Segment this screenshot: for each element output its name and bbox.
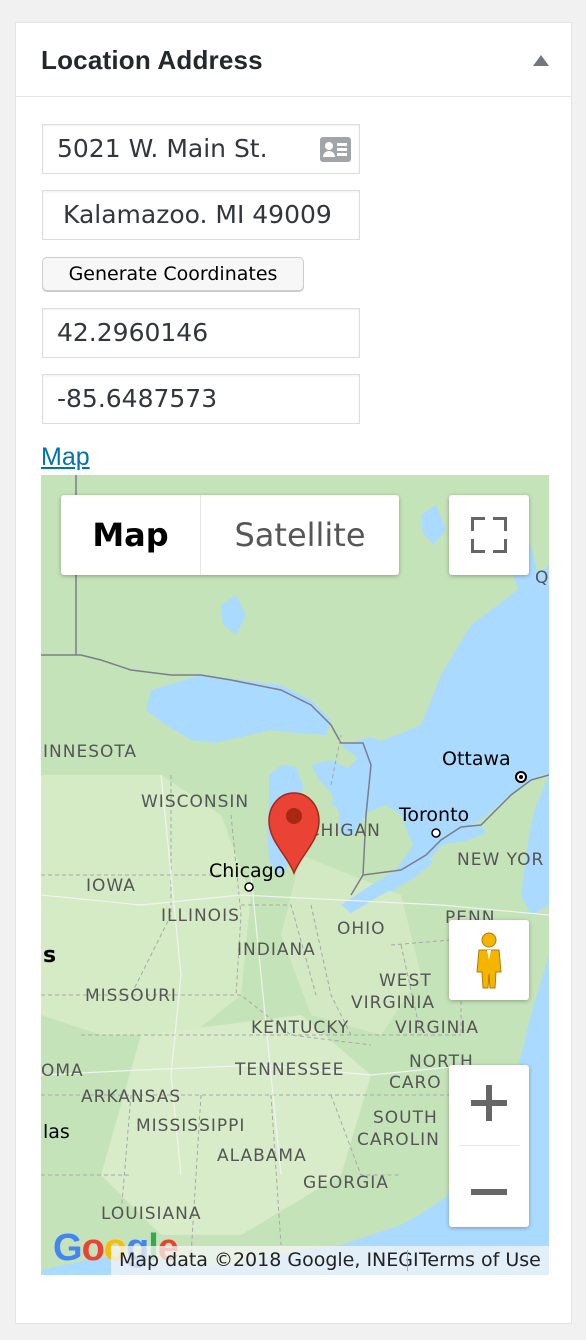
street-address-value: 5021 W. Main St. [57, 134, 268, 163]
map-label-mississippi: MISSISSIPPI [136, 1116, 245, 1136]
longitude-value: -85.6487573 [57, 384, 218, 413]
triangle-up-icon [533, 55, 549, 66]
map-label-louisiana: LOUISIANA [101, 1204, 201, 1224]
map-label-missouri: MISSOURI [85, 986, 177, 1006]
map-label-kentucky: KENTUCKY [251, 1018, 349, 1038]
latitude-value: 42.2960146 [57, 318, 209, 347]
terms-of-use-link[interactable]: Terms of Use [419, 1249, 541, 1271]
map-link[interactable]: Map [41, 443, 90, 472]
street-view-pegman-button[interactable] [449, 920, 529, 1000]
contact-card-icon[interactable] [320, 137, 351, 162]
map-label-illinois: ILLINOIS [161, 906, 240, 926]
map-label-edge-s: s [43, 943, 56, 968]
location-address-panel: Location Address 5021 W. Main St. Kalama… [15, 22, 572, 1324]
map-label-west-virginia-line2: VIRGINIA [351, 993, 435, 1013]
street-address-input[interactable]: 5021 W. Main St. [42, 124, 360, 174]
map-label-ohio: OHIO [337, 919, 386, 939]
city-label-toronto: Toronto [398, 804, 469, 826]
map-label-alabama: ALABAMA [217, 1146, 307, 1166]
map-label-arkansas: ARKANSAS [81, 1087, 181, 1107]
map-label-new-york: NEW YOR [457, 850, 544, 870]
panel-header: Location Address [16, 23, 571, 97]
map-label-edge-las: las [43, 1121, 70, 1143]
google-map[interactable]: INNESOTA WISCONSIN MICHIGAN IOWA ILLINOI… [41, 475, 549, 1275]
zoom-control [449, 1065, 529, 1227]
fullscreen-button[interactable] [449, 495, 529, 575]
city-label-ottawa: Ottawa [442, 748, 511, 770]
city-state-zip-input[interactable]: Kalamazoo. MI 49009 [42, 190, 360, 240]
map-label-edge-q: Q [535, 568, 549, 588]
generate-coordinates-button[interactable]: Generate Coordinates [42, 257, 304, 291]
map-label-minnesota: INNESOTA [43, 742, 137, 762]
map-attribution-bar: Map data ©2018 Google, INEGI Terms of Us… [111, 1246, 549, 1275]
map-label-south-carolina-line1: SOUTH [373, 1108, 438, 1128]
toronto-marker [431, 828, 441, 838]
map-type-control: Map Satellite [61, 495, 399, 575]
map-label-oklahoma: OMA [41, 1061, 84, 1081]
map-label-south-carolina-line2: CAROLIN [357, 1130, 440, 1150]
city-state-zip-value: Kalamazoo. MI 49009 [63, 200, 332, 229]
map-data-attribution: Map data ©2018 Google, INEGI [119, 1249, 419, 1271]
map-label-wisconsin: WISCONSIN [141, 792, 249, 812]
panel-title: Location Address [41, 45, 263, 75]
zoom-out-button[interactable] [449, 1146, 529, 1226]
map-label-north-carolina-line2: CARO [389, 1073, 442, 1093]
map-type-satellite-button[interactable]: Satellite [201, 495, 399, 575]
map-label-indiana: INDIANA [237, 940, 316, 960]
city-label-chicago: Chicago [209, 860, 285, 882]
map-label-virginia: VIRGINIA [395, 1018, 479, 1038]
pegman-icon [476, 932, 502, 989]
map-label-georgia: GEORGIA [303, 1173, 389, 1193]
latitude-input[interactable]: 42.2960146 [42, 308, 360, 358]
zoom-in-button[interactable] [449, 1065, 529, 1145]
map-label-tennessee: TENNESSEE [234, 1060, 344, 1080]
map-label-west-virginia-line1: WEST [379, 971, 432, 991]
map-label-iowa: IOWA [86, 876, 136, 896]
chicago-marker [244, 882, 254, 892]
collapse-toggle-button[interactable] [529, 51, 553, 71]
map-type-map-button[interactable]: Map [61, 495, 201, 575]
longitude-input[interactable]: -85.6487573 [42, 374, 360, 424]
